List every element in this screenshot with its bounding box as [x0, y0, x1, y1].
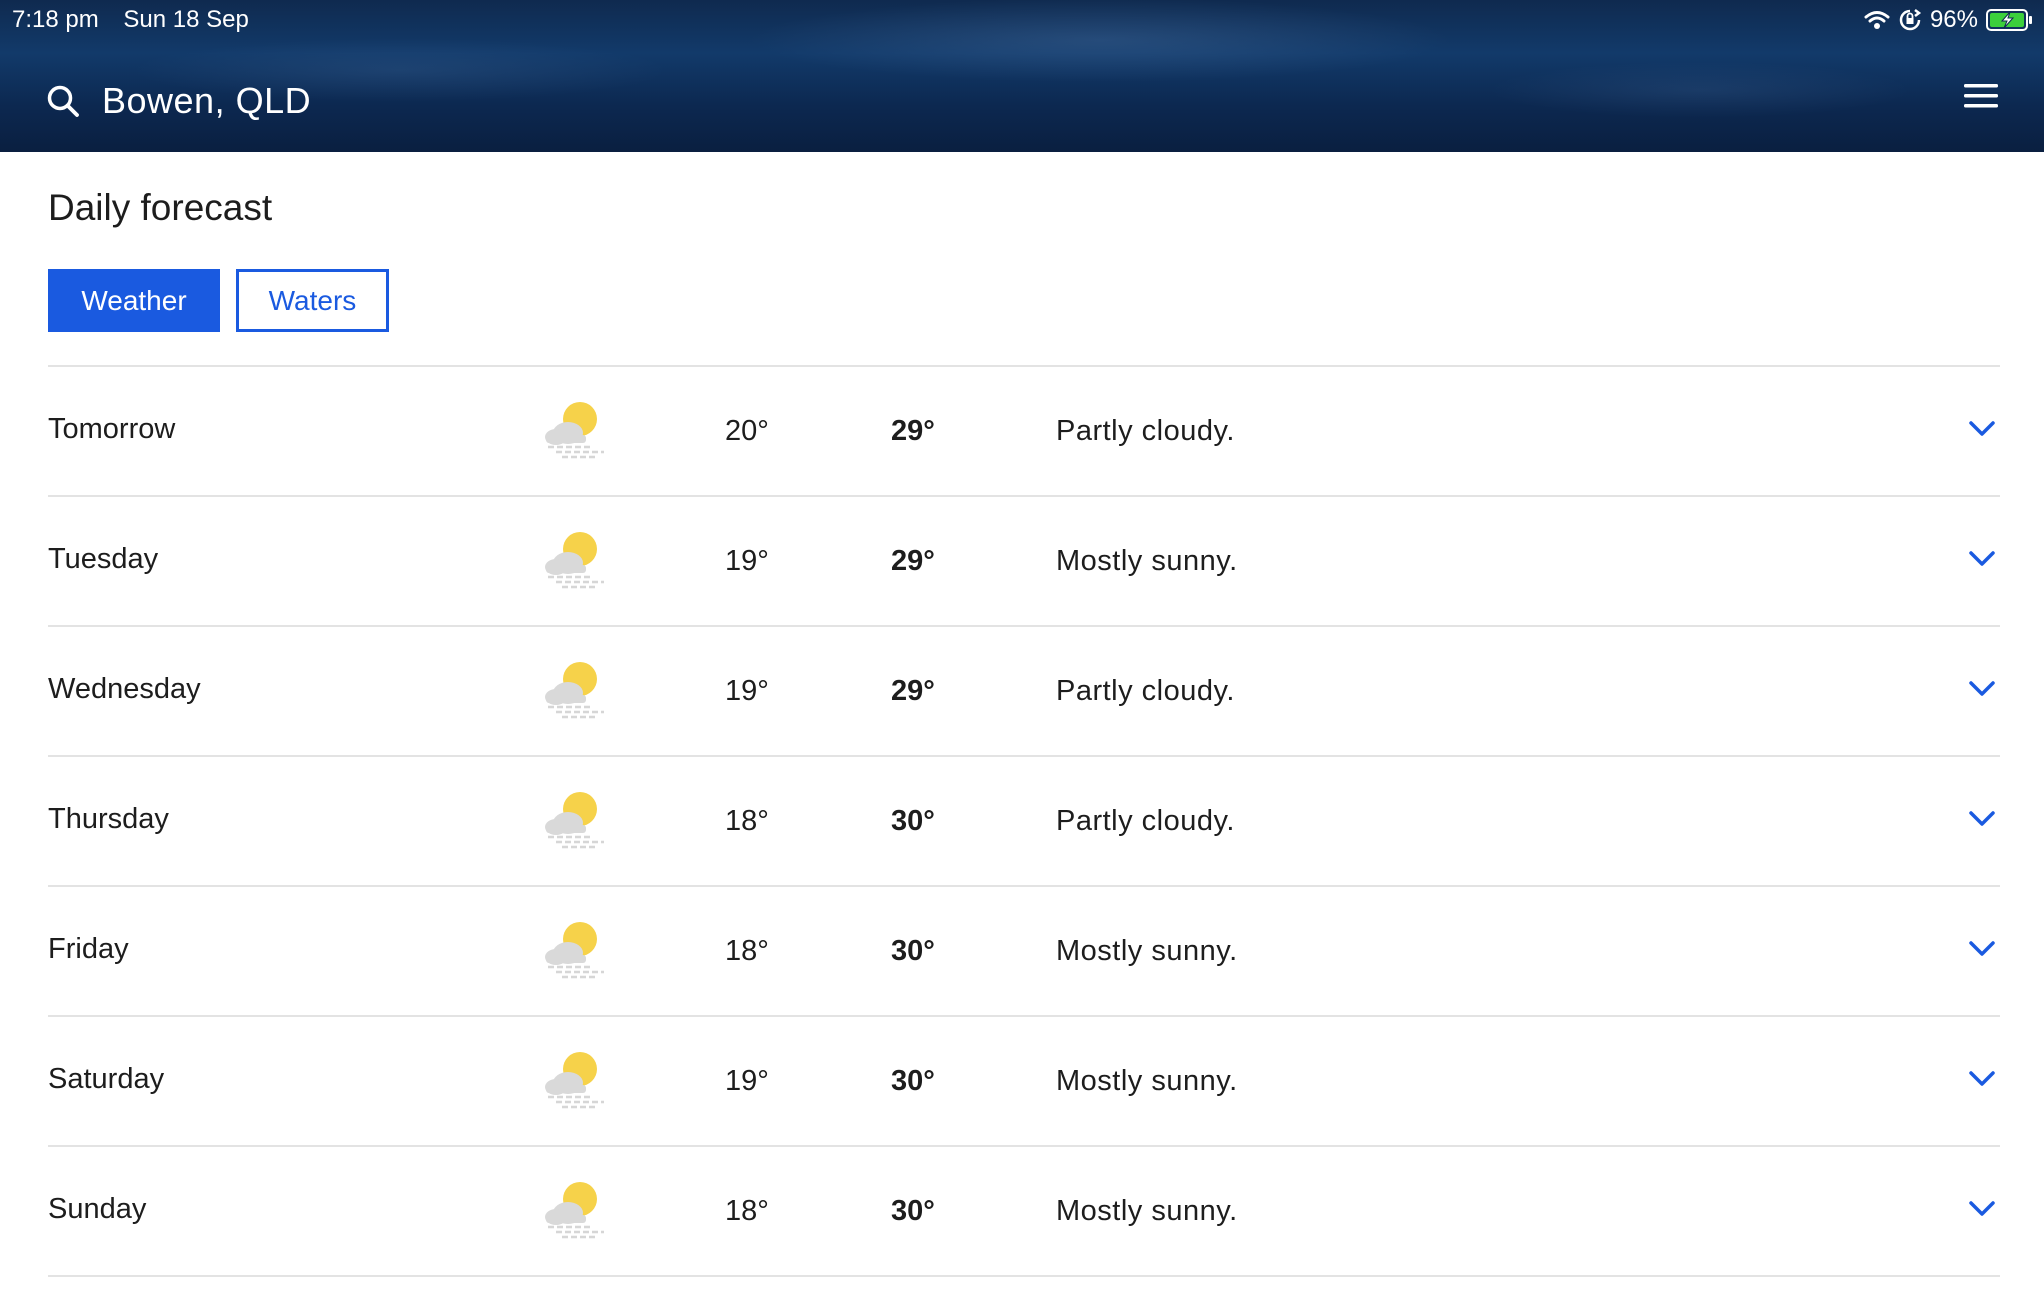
forecast-row[interactable]: Tuesday 19° 29° Mostly sunny. — [48, 497, 2000, 627]
wifi-icon — [1864, 11, 1890, 29]
forecast-day: Saturday — [48, 1063, 165, 1095]
forecast-max-temp: 30° — [891, 805, 935, 837]
search-icon[interactable] — [46, 84, 80, 118]
chevron-down-icon[interactable] — [1969, 550, 1995, 568]
forecast-row[interactable]: Tomorrow 20° 29° Partly cloudy. — [48, 367, 2000, 497]
forecast-description: Mostly sunny. — [1056, 1195, 1238, 1227]
forecast-min-temp: 20° — [725, 415, 769, 447]
forecast-tabs: Weather Waters — [48, 269, 389, 332]
forecast-day: Thursday — [48, 803, 169, 835]
status-left: 7:18 pm Sun 18 Sep — [12, 6, 267, 34]
partly-cloudy-icon — [545, 532, 604, 589]
forecast-day: Wednesday — [48, 673, 201, 705]
forecast-max-temp: 30° — [891, 1065, 935, 1097]
forecast-day: Sunday — [48, 1193, 147, 1225]
partly-cloudy-icon — [545, 402, 604, 459]
forecast-max-temp: 30° — [891, 1195, 935, 1227]
forecast-description: Partly cloudy. — [1056, 675, 1235, 707]
forecast-min-temp: 19° — [725, 1065, 769, 1097]
hamburger-menu-icon[interactable] — [1964, 82, 1998, 110]
status-date: Sun 18 Sep — [123, 6, 249, 33]
battery-charging-icon — [1986, 9, 2032, 31]
forecast-day: Tuesday — [48, 543, 159, 575]
forecast-description: Mostly sunny. — [1056, 935, 1238, 967]
forecast-row[interactable]: Saturday 19° 30° Mostly sunny. — [48, 1017, 2000, 1147]
forecast-min-temp: 18° — [725, 805, 769, 837]
forecast-max-temp: 29° — [891, 675, 935, 707]
forecast-row[interactable]: Wednesday 19° 29° Partly cloudy. — [48, 627, 2000, 757]
orientation-lock-icon — [1899, 9, 1922, 31]
forecast-max-temp: 30° — [891, 935, 935, 967]
chevron-down-icon[interactable] — [1969, 420, 1995, 438]
tab-weather[interactable]: Weather — [48, 269, 220, 332]
status-time: 7:18 pm — [12, 6, 99, 33]
partly-cloudy-icon — [545, 1052, 604, 1109]
chevron-down-icon[interactable] — [1969, 680, 1995, 698]
forecast-description: Partly cloudy. — [1056, 415, 1235, 447]
partly-cloudy-icon — [545, 792, 604, 849]
partly-cloudy-icon — [545, 662, 604, 719]
page-title: Daily forecast — [48, 187, 273, 228]
forecast-list: Tomorrow 20° 29° Partly cloudy. Tuesday 19° 29… — [48, 365, 2000, 1277]
chevron-down-icon[interactable] — [1969, 1070, 1995, 1088]
partly-cloudy-icon — [545, 1182, 604, 1239]
partly-cloudy-icon — [545, 922, 604, 979]
status-bar: 7:18 pm Sun 18 Sep 96% — [0, 0, 2044, 40]
chevron-down-icon[interactable] — [1969, 940, 1995, 958]
forecast-row[interactable]: Sunday 18° 30° Mostly sunny. — [48, 1147, 2000, 1277]
forecast-min-temp: 18° — [725, 935, 769, 967]
chevron-down-icon[interactable] — [1969, 810, 1995, 828]
forecast-description: Mostly sunny. — [1056, 545, 1238, 577]
forecast-row[interactable]: Thursday 18° 30° Partly cloudy. — [48, 757, 2000, 887]
tab-waters[interactable]: Waters — [236, 269, 389, 332]
battery-percent: 96% — [1929, 6, 1978, 33]
forecast-min-temp: 19° — [725, 545, 769, 577]
forecast-description: Partly cloudy. — [1056, 805, 1235, 837]
forecast-max-temp: 29° — [891, 415, 935, 447]
forecast-min-temp: 19° — [725, 675, 769, 707]
forecast-day: Tomorrow — [48, 413, 176, 445]
forecast-description: Mostly sunny. — [1056, 1065, 1238, 1097]
forecast-row[interactable]: Friday 18° 30° Mostly sunny. — [48, 887, 2000, 1017]
forecast-day: Friday — [48, 933, 129, 965]
location-name[interactable]: Bowen, QLD — [102, 80, 311, 122]
app-header: 7:18 pm Sun 18 Sep 96% Bowen, QLD — [0, 0, 2044, 152]
forecast-min-temp: 18° — [725, 1195, 769, 1227]
status-right: 96% — [1864, 6, 2034, 34]
chevron-down-icon[interactable] — [1969, 1200, 1995, 1218]
forecast-max-temp: 29° — [891, 545, 935, 577]
location-search[interactable]: Bowen, QLD — [46, 80, 311, 122]
